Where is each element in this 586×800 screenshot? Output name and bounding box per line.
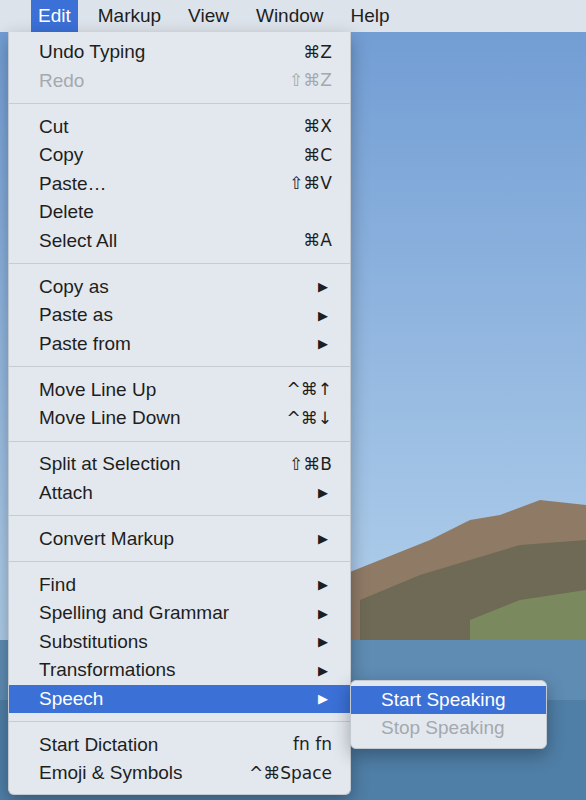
menu-bar-item[interactable]: Help <box>344 0 397 32</box>
menu-item-label: Copy as <box>39 273 109 302</box>
menu-separator <box>9 255 350 273</box>
menu-item[interactable]: Emoji & Symbols ^⌘Space <box>9 759 350 788</box>
menu-item-label: Spelling and Grammar <box>39 599 229 628</box>
shortcut: fn fn <box>293 732 332 758</box>
menu-bar-item[interactable]: View <box>181 0 236 32</box>
menu-item[interactable]: Paste from ▶ <box>9 330 350 359</box>
menu-bar: Edit Markup View Window Help <box>0 0 586 32</box>
menu-item-label: Undo Typing <box>39 38 145 67</box>
menu-separator <box>9 95 350 113</box>
submenu-arrow-icon: ▶ <box>318 277 332 297</box>
edit-menu: Undo Typing ⌘Z Redo ⇧⌘Z Cut ⌘X Copy ⌘C Paste… ⇧⌘V… <box>8 32 351 795</box>
shortcut: ^⌘↑ <box>287 377 333 403</box>
separator-line <box>9 366 350 367</box>
menu-separator <box>9 553 350 571</box>
shortcut: ⌘C <box>303 143 332 169</box>
menu-item[interactable]: Substitutions ▶ <box>9 628 350 657</box>
menu-item-label: Delete <box>39 198 94 227</box>
menu-item-label: Convert Markup <box>39 525 174 554</box>
menu-item[interactable]: Move Line Up ^⌘↑ <box>9 376 350 405</box>
menu-item-label: Transformations <box>39 656 176 685</box>
submenu-arrow-icon: ▶ <box>318 306 332 326</box>
menu-item-label: Cut <box>39 113 69 142</box>
submenu-arrow-icon: ▶ <box>318 661 332 681</box>
menu-item[interactable]: Undo Typing ⌘Z <box>9 38 350 67</box>
menu-item-label: Redo <box>39 67 84 96</box>
menu-item-label: Paste as <box>39 301 113 330</box>
menu-item-label: Select All <box>39 227 117 256</box>
menu-item-label: Substitutions <box>39 628 148 657</box>
menu-item[interactable]: Redo ⇧⌘Z <box>9 67 350 96</box>
menu-item[interactable]: Copy as ▶ <box>9 273 350 302</box>
desktop: EditMarkupViewWindowHelp Undo Typing⌘ZRe… <box>0 0 586 800</box>
menu-item[interactable]: Paste… ⇧⌘V <box>9 170 350 199</box>
separator-line <box>9 721 350 722</box>
menu-item[interactable]: Copy ⌘C <box>9 141 350 170</box>
separator-line <box>9 561 350 562</box>
separator-line <box>9 263 350 264</box>
menu-item-label: Start Dictation <box>39 731 158 760</box>
submenu-item[interactable]: Start Speaking <box>351 686 546 715</box>
submenu-arrow-icon: ▶ <box>318 604 332 624</box>
menu-separator <box>9 433 350 451</box>
menu-item[interactable]: Move Line Down ^⌘↓ <box>9 404 350 433</box>
menu-item-label: Move Line Down <box>39 404 181 433</box>
menu-separator <box>9 507 350 525</box>
speech-submenu: Start SpeakingStop Speaking <box>350 680 547 749</box>
shortcut: ⌘X <box>303 114 332 140</box>
submenu-item-label: Start Speaking <box>381 686 506 715</box>
menu-item[interactable]: Delete <box>9 198 350 227</box>
submenu-arrow-icon: ▶ <box>318 689 332 709</box>
menu-item[interactable]: Cut ⌘X <box>9 113 350 142</box>
submenu-arrow-icon: ▶ <box>318 483 332 503</box>
submenu-arrow-icon: ▶ <box>318 529 332 549</box>
menu-item-label: Speech <box>39 685 103 714</box>
submenu-arrow-icon: ▶ <box>318 575 332 595</box>
shortcut: ⌘Z <box>303 40 332 66</box>
menu-item-label: Paste… <box>39 170 107 199</box>
menu-item[interactable]: Find ▶ <box>9 571 350 600</box>
menu-bar-item[interactable]: Edit <box>31 0 78 32</box>
menu-item[interactable]: Attach ▶ <box>9 479 350 508</box>
menu-item[interactable]: Start Dictation fn fn <box>9 731 350 760</box>
menu-item[interactable]: Speech▶Start SpeakingStop Speaking <box>9 685 350 714</box>
menu-bar-item[interactable]: Markup <box>91 0 168 32</box>
menu-item-label: Paste from <box>39 330 131 359</box>
menu-item[interactable]: Split at Selection ⇧⌘B <box>9 450 350 479</box>
submenu-arrow-icon: ▶ <box>318 334 332 354</box>
menu-bar-item[interactable]: Window <box>249 0 331 32</box>
menu-item-label: Move Line Up <box>39 376 156 405</box>
shortcut: ^⌘↓ <box>287 406 333 432</box>
shortcut: ⌘A <box>303 228 332 254</box>
menu-item-label: Split at Selection <box>39 450 181 479</box>
separator-line <box>9 103 350 104</box>
menu-item[interactable]: Transformations ▶ <box>9 656 350 685</box>
shortcut: ⇧⌘V <box>289 171 332 197</box>
shortcut: ^⌘Space <box>249 761 332 787</box>
menu-item[interactable]: Spelling and Grammar ▶ <box>9 599 350 628</box>
menu-item-label: Copy <box>39 141 83 170</box>
menu-item[interactable]: Convert Markup ▶ <box>9 525 350 554</box>
shortcut: ⇧⌘Z <box>289 68 332 94</box>
separator-line <box>9 515 350 516</box>
submenu-item-label: Stop Speaking <box>381 714 505 743</box>
menu-item[interactable]: Select All ⌘A <box>9 227 350 256</box>
menu-item-label: Emoji & Symbols <box>39 759 183 788</box>
menu-item-label: Find <box>39 571 76 600</box>
separator-line <box>9 441 350 442</box>
submenu-arrow-icon: ▶ <box>318 632 332 652</box>
submenu-item[interactable]: Stop Speaking <box>351 714 546 743</box>
menu-item-label: Attach <box>39 479 93 508</box>
menu-item[interactable]: Paste as ▶ <box>9 301 350 330</box>
menu-separator <box>9 358 350 376</box>
menu-separator <box>9 713 350 731</box>
shortcut: ⇧⌘B <box>289 452 332 478</box>
